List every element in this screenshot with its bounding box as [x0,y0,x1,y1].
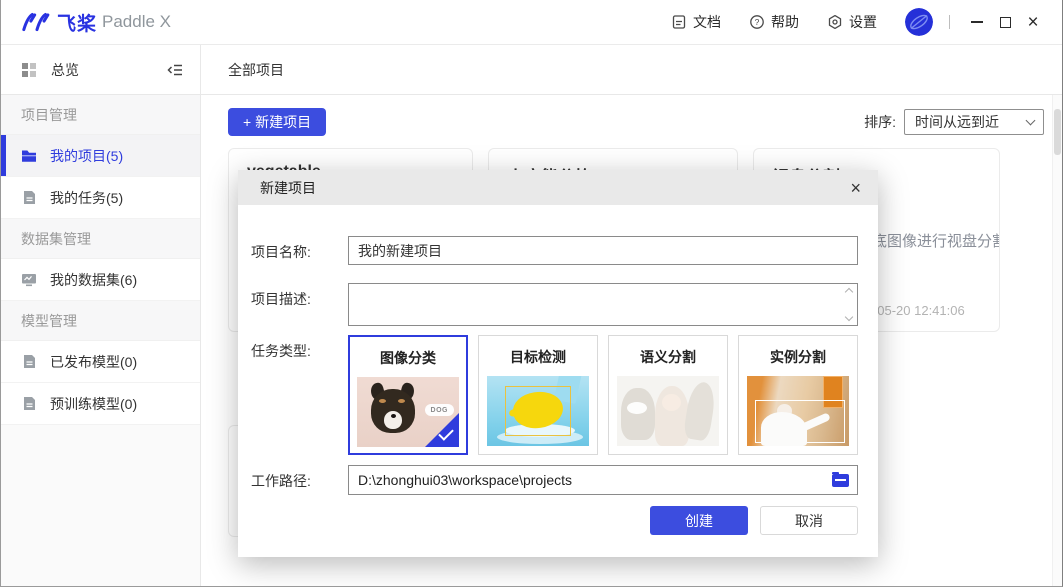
cancel-button[interactable]: 取消 [760,506,858,535]
task-card-object-detection[interactable]: 目标检测 [478,335,598,455]
project-description-row: 项目描述: [238,283,878,326]
classification-sample-image: DOG [357,377,459,447]
sidebar-item-label: 预训练模型(0) [50,394,137,414]
maximize-button[interactable] [994,10,1016,34]
sidebar-item-my-datasets[interactable]: 我的数据集(6) [1,259,200,301]
minimize-icon [971,21,983,23]
window-controls-divider [949,15,950,29]
collapse-sidebar-icon[interactable] [166,62,184,78]
sidebar-item-label: 已发布模型(0) [50,352,137,372]
settings-menu-item[interactable]: 设置 [827,12,877,32]
file-icon [21,354,37,369]
project-description-input[interactable] [349,284,839,325]
sidebar-section-models: 模型管理 [1,301,200,341]
modal-buttons: 创建 取消 [238,506,878,535]
task-card-image-classification[interactable]: 图像分类 DOG [348,335,468,455]
breadcrumb: 全部项目 [201,45,1062,95]
grid-icon [21,62,37,78]
sidebar-item-label: 我的数据集(6) [50,270,137,290]
task-type-row: 任务类型: 图像分类 DOG 目标检测 [238,335,878,455]
sidebar-section-datasets: 数据集管理 [1,219,200,259]
work-path-row: 工作路径: [238,465,878,495]
folder-icon [21,149,37,163]
file-icon [21,396,37,411]
titlebar-actions: 文档 ? 帮助 设置 [671,8,1050,36]
sort-control: 排序: 时间从远到近 [864,109,1044,135]
toolbar: + 新建项目 排序: 时间从远到近 [228,108,1044,136]
question-icon: ? [749,14,765,30]
close-window-button[interactable]: × [1022,10,1044,34]
task-card-title: 实例分割 [739,347,857,367]
project-description-label: 项目描述: [251,283,348,309]
app-window: 飞桨 Paddle X 文档 ? 帮助 [0,0,1063,587]
work-path-input[interactable] [358,472,832,488]
create-button[interactable]: 创建 [650,506,748,535]
user-avatar[interactable] [905,8,933,36]
sidebar: 总览 项目管理 我的项目(5) 我的任务(5) 数据集管理 [1,45,201,586]
sidebar-item-published-models[interactable]: 已发布模型(0) [1,341,200,383]
sort-select[interactable]: 时间从远到近 [904,109,1044,135]
help-menu-item[interactable]: ? 帮助 [749,12,799,32]
work-path-label: 工作路径: [251,465,348,491]
bounding-box [505,386,571,436]
detection-sample-image [487,376,589,446]
semantic-segmentation-sample-image [617,376,719,446]
scroll-up-icon[interactable] [844,288,852,296]
modal-header: 新建项目 × [238,170,878,205]
work-path-field [348,465,858,495]
titlebar: 飞桨 Paddle X 文档 ? 帮助 [1,0,1062,45]
task-card-title: 语义分割 [609,347,727,367]
scroll-down-icon[interactable] [844,313,852,321]
browse-folder-icon[interactable] [832,474,849,487]
sidebar-item-pretrained-models[interactable]: 预训练模型(0) [1,383,200,425]
svg-text:?: ? [755,17,760,27]
task-card-semantic-segmentation[interactable]: 语义分割 [608,335,728,455]
textarea-scrollbar[interactable] [840,284,857,325]
file-icon [21,190,37,205]
gear-icon [827,14,843,30]
app-logo: 飞桨 Paddle X [21,9,171,36]
settings-label: 设置 [849,12,877,32]
task-card-instance-segmentation[interactable]: 实例分割 [738,335,858,455]
modal-title: 新建项目 [260,178,316,198]
sidebar-item-overview[interactable]: 总览 [1,45,200,95]
sidebar-item-my-tasks[interactable]: 我的任务(5) [1,177,200,219]
overview-label: 总览 [51,60,166,80]
task-card-title: 目标检测 [479,347,597,367]
project-name-row: 项目名称: [238,236,878,265]
help-label: 帮助 [771,12,799,32]
chevron-down-icon [1026,116,1036,126]
project-name-input[interactable] [348,236,858,265]
close-icon: × [1027,13,1038,32]
sidebar-filler [1,425,200,586]
document-icon [671,14,687,30]
paddle-logo-icon [21,11,53,33]
docs-menu-item[interactable]: 文档 [671,12,721,32]
dataset-monitor-icon [21,273,37,287]
sort-label: 排序: [864,112,896,132]
logo-text-en: Paddle X [102,12,171,32]
sidebar-section-projects: 项目管理 [1,95,200,135]
project-description-field [348,283,858,326]
minimize-button[interactable] [966,10,988,34]
logo-text-cn: 飞桨 [57,9,97,36]
selected-check-icon [424,412,459,447]
vertical-scrollbar[interactable] [1052,95,1062,586]
task-card-title: 图像分类 [350,348,466,368]
breadcrumb-label: 全部项目 [228,60,284,80]
new-project-button[interactable]: + 新建项目 [228,108,326,136]
task-type-label: 任务类型: [251,335,348,361]
instance-segmentation-sample-image [747,376,849,446]
scrollbar-thumb[interactable] [1054,109,1061,155]
project-name-label: 项目名称: [251,236,348,262]
maximize-icon [1000,17,1011,28]
new-project-modal: 新建项目 × 项目名称: 项目描述: 任务类型: 图像分类 [238,170,878,557]
sidebar-item-my-projects[interactable]: 我的项目(5) [1,135,200,177]
sidebar-item-label: 我的项目(5) [50,146,123,166]
sort-selected-value: 时间从远到近 [915,112,999,132]
modal-close-icon[interactable]: × [850,179,861,197]
task-type-options: 图像分类 DOG 目标检测 [348,335,858,455]
docs-label: 文档 [693,12,721,32]
sidebar-item-label: 我的任务(5) [50,188,123,208]
